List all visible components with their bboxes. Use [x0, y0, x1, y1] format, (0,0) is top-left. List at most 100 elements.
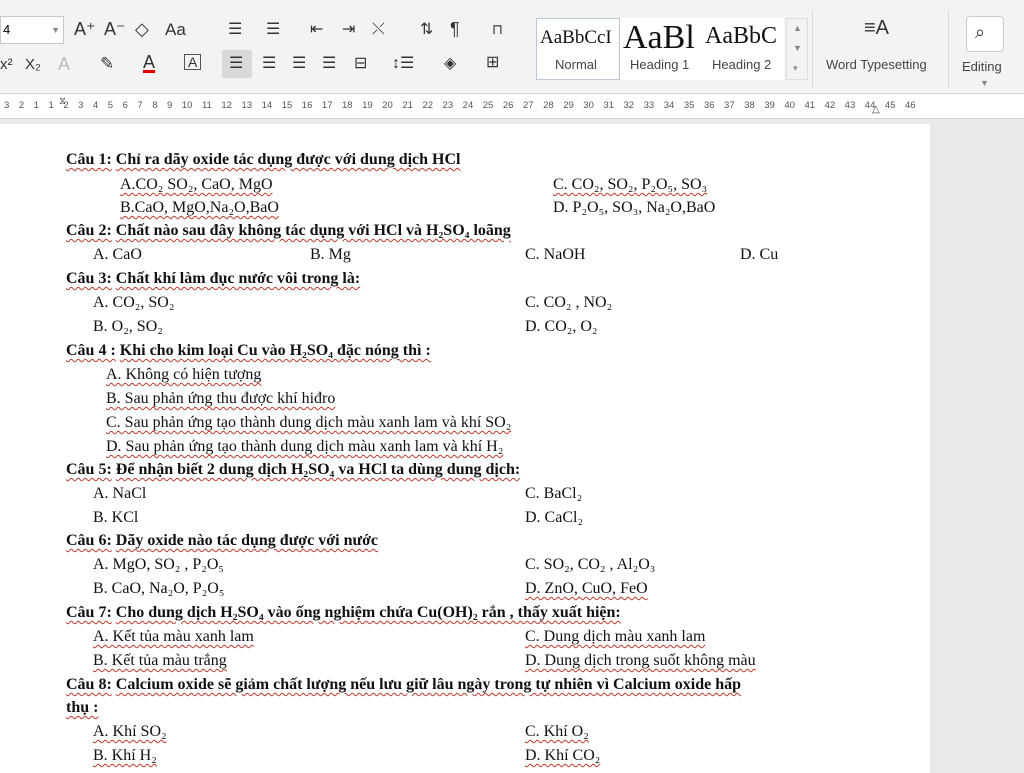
question-6-label: Câu 6:: [66, 532, 112, 549]
font-size-box[interactable]: 4 ▼: [0, 16, 64, 44]
justify-icon[interactable]: ☰: [322, 56, 336, 72]
chevron-down-icon[interactable]: ▼: [793, 43, 802, 53]
question-2-text: Chất nào sau đây không tác dụng với HCl …: [115, 222, 511, 239]
q2-option-a: A. CaO: [93, 246, 142, 263]
q2-option-d: D. Cu: [740, 246, 779, 263]
chevron-down-icon[interactable]: ▼: [980, 78, 989, 88]
horizontal-ruler[interactable]: 3 2 1 1 2 3 4 5 6 7 8 9 10 11 12 13 14 1…: [0, 94, 1024, 119]
q4-option-a: A. Không có hiện tượng: [106, 366, 262, 383]
bullets-icon[interactable]: ☰: [228, 22, 242, 38]
q5-option-b: B. KCl: [93, 509, 139, 526]
numbering-icon[interactable]: ☰: [266, 22, 280, 38]
question-8: Câu 8: Calcium oxide sẽ giảm chất lượng …: [66, 676, 741, 694]
q8-option-d: D. Khí CO₂: [525, 747, 601, 764]
editing-label: Editing: [962, 59, 1002, 74]
shading-icon[interactable]: ◈: [444, 56, 456, 72]
question-4-text: Khi cho kim loại Cu vào H₂SO₄ đặc nóng t…: [119, 342, 431, 359]
q5-option-d: D. CaCl₂: [525, 509, 584, 526]
borders-icon[interactable]: ⊞: [486, 55, 499, 71]
word-typesetting-button[interactable]: ≡A Word Typesetting: [818, 10, 940, 88]
q7-option-d: D. Dung dịch trong suốt không màu: [525, 652, 756, 669]
q2-option-b: B. Mg: [310, 246, 351, 263]
question-3: Câu 3: Chất khí làm đục nước vôi trong l…: [66, 270, 360, 288]
increase-indent-icon[interactable]: ⇥: [342, 22, 355, 38]
decrease-indent-icon[interactable]: ⇤: [310, 22, 323, 38]
question-7: Câu 7: Cho dung dịch H₂SO₄ vào ống nghiệ…: [66, 604, 621, 622]
style-heading-2-label: Heading 2: [712, 57, 772, 72]
q2-option-c: C. NaOH: [525, 246, 586, 263]
q5-option-c: C. BaCl₂: [525, 485, 583, 502]
clear-format-icon[interactable]: ◇: [135, 20, 149, 38]
search-icon: ⌕: [966, 16, 1004, 52]
q3-option-a: A. CO₂, SO₂: [93, 294, 175, 311]
q1-option-c: C. CO₂, SO₂, P₂O₅, SO₃: [553, 176, 708, 193]
show-marks-icon[interactable]: ¶: [450, 20, 460, 38]
word-typesetting-label: Word Typesetting: [826, 57, 927, 72]
sort-icon[interactable]: ⇅: [420, 22, 433, 38]
question-1: Câu 1: Chỉ ra dãy oxide tác dụng được vớ…: [66, 151, 461, 169]
text-effect-icon[interactable]: A: [58, 55, 70, 73]
indent-marker-icon[interactable]: ⧖: [59, 96, 66, 107]
q4-option-d: D. Sau phản ứng tạo thành dung dịch màu …: [106, 438, 504, 455]
q3-option-d: D. CO₂, O₂: [525, 318, 598, 335]
q4-option-b: B. Sau phản ứng thu được khí hiđro: [106, 390, 336, 407]
q7-option-a: A. Kết tủa màu xanh lam: [93, 628, 254, 645]
q6-option-d: D. ZnO, CuO, FeO: [525, 580, 648, 597]
chevron-up-icon[interactable]: ▲: [793, 23, 802, 33]
q1-option-a: A.CO₂ SO₂, CaO, MgO: [120, 176, 273, 193]
question-1-text: Chỉ ra dãy oxide tác dụng được với dung …: [115, 151, 461, 168]
question-7-label: Câu 7:: [66, 604, 112, 621]
align-right-icon[interactable]: ☰: [292, 56, 306, 72]
more-styles-icon[interactable]: ▾: [793, 63, 798, 74]
distribute-icon[interactable]: ⊟: [354, 56, 367, 72]
q6-option-a: A. MgO, SO₂ , P₂O₅: [93, 556, 224, 573]
q8-option-b: B. Khí H₂: [93, 747, 157, 764]
q1-option-b: B.CaO, MgO,Na₂O,BaO: [120, 199, 279, 216]
question-2-label: Câu 2:: [66, 222, 112, 239]
document-page[interactable]: Câu 1: Chỉ ra dãy oxide tác dụng được vớ…: [0, 124, 930, 773]
style-normal-sample: AaBbCcI: [540, 27, 612, 48]
question-2: Câu 2: Chất nào sau đây không tác dụng v…: [66, 222, 511, 240]
question-6-text: Dãy oxide nào tác dụng được với nước: [115, 532, 379, 549]
question-3-text: Chất khí làm đục nước vôi trong là:: [115, 270, 361, 287]
shrink-font-button[interactable]: A⁻: [104, 20, 126, 38]
question-6: Câu 6: Dãy oxide nào tác dụng được với n…: [66, 532, 378, 550]
typesetting-icon: ≡A: [864, 17, 890, 39]
right-indent-marker-icon[interactable]: △: [872, 104, 880, 115]
line-spacing-icon[interactable]: ↕☰: [392, 56, 414, 72]
subscript-button[interactable]: X₂: [25, 57, 41, 72]
question-8-continued: thụ :: [66, 699, 99, 716]
align-left-icon: ☰: [229, 55, 244, 72]
font-color-icon[interactable]: A: [143, 53, 155, 71]
q8-option-c: C. Khí O₂: [525, 723, 589, 740]
editing-button[interactable]: ⌕ Editing ▼: [952, 10, 1018, 90]
char-border-icon[interactable]: A: [184, 54, 202, 70]
style-heading-1[interactable]: AaBl Heading 1: [620, 18, 702, 80]
question-5-label: Câu 5:: [66, 461, 112, 478]
question-1-label: Câu 1:: [66, 151, 112, 168]
ribbon-toolbar: 4 ▼ A⁺ A⁻ ◇ Aa x² X₂ A ✎ A A ☰ ☰ ⇤ ⇥ ⤬ ⇅…: [0, 0, 1024, 94]
ruler-numbers: 3 2 1 1 2 3 4 5 6 7 8 9 10 11 12 13 14 1…: [4, 100, 916, 111]
align-center-icon[interactable]: ☰: [262, 56, 276, 72]
question-7-text: Cho dung dịch H₂SO₄ vào ống nghiệm chứa …: [115, 604, 621, 621]
question-8-text: Calcium oxide sẽ giảm chất lượng nếu lưu…: [115, 676, 742, 693]
align-left-button[interactable]: ☰: [222, 50, 252, 78]
q6-option-c: C. SO₂, CO₂ , Al₂O₃: [525, 556, 656, 573]
tab-icon[interactable]: ⊓: [492, 22, 503, 36]
chinese-layout-icon[interactable]: ⤬: [372, 22, 385, 38]
change-case-button[interactable]: Aa: [165, 21, 186, 38]
chevron-down-icon[interactable]: ▼: [51, 25, 60, 35]
styles-scroll[interactable]: ▲ ▼ ▾: [786, 18, 808, 80]
style-heading-2[interactable]: AaBbC Heading 2: [702, 18, 784, 80]
style-normal[interactable]: AaBbCcI Normal: [536, 18, 620, 80]
grow-font-button[interactable]: A⁺: [74, 20, 96, 38]
superscript-button[interactable]: x²: [0, 57, 13, 72]
font-size-value: 4: [3, 22, 11, 37]
q1-option-d: D. P₂O₅, SO₃, Na₂O,BaO: [553, 199, 716, 216]
q3-option-c: C. CO₂ , NO₂: [525, 294, 613, 311]
divider: [812, 10, 813, 88]
highlight-icon[interactable]: ✎: [100, 55, 114, 72]
question-4: Câu 4 : Khi cho kim loại Cu vào H₂SO₄ đặ…: [66, 342, 431, 360]
q7-option-b: B. Kết tủa màu trắng: [93, 652, 227, 669]
question-8-label: Câu 8:: [66, 676, 112, 693]
